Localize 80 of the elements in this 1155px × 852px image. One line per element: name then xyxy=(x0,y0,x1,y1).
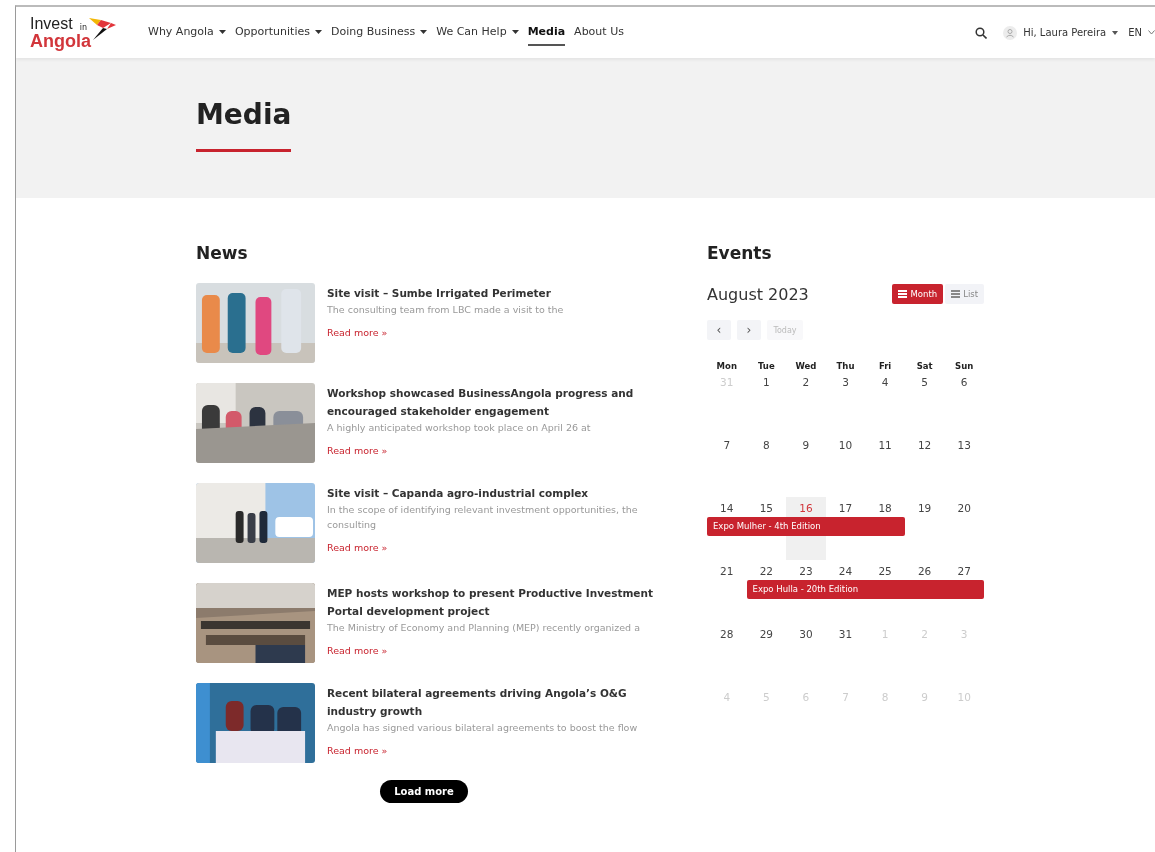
load-more-button[interactable]: Load more xyxy=(380,780,468,803)
news-excerpt: The Ministry of Economy and Planning (MEP) recently organized a xyxy=(327,621,641,635)
day-number[interactable]: 9 xyxy=(786,434,826,454)
day-number[interactable]: 7 xyxy=(707,434,747,454)
user-icon xyxy=(1003,25,1018,40)
news-excerpt: In the scope of identifying relevant investment opportunities, the consulting xyxy=(327,503,639,532)
news-title[interactable]: MEP hosts workshop to present Productive Investment Portal development project xyxy=(327,584,662,620)
page-title: Media xyxy=(196,98,293,131)
read-more-link[interactable]: Read more » xyxy=(327,745,388,756)
nav-link[interactable]: Media xyxy=(527,19,566,46)
news-excerpt: Angola has signed various bilateral agreements to boost the flow xyxy=(327,721,639,735)
previous-button[interactable]: ‹ xyxy=(707,320,731,340)
day-number[interactable]: 31 xyxy=(825,623,866,643)
day-number[interactable]: 19 xyxy=(904,497,945,517)
day-number[interactable]: 14 xyxy=(707,497,747,517)
day-number[interactable]: 22 xyxy=(746,560,787,580)
day-number[interactable]: 23 xyxy=(786,560,826,580)
day-number[interactable]: 12 xyxy=(904,434,945,454)
day-number[interactable]: 11 xyxy=(865,434,905,454)
section-title: News xyxy=(196,243,249,263)
list-icon xyxy=(898,290,908,298)
day-number[interactable]: 27 xyxy=(944,560,984,580)
day-number[interactable]: 8 xyxy=(746,434,787,454)
weekday-label: Fri xyxy=(877,361,893,371)
day-number[interactable]: 21 xyxy=(707,560,747,580)
language-select[interactable]: EN xyxy=(1128,27,1142,38)
read-more-link[interactable]: Read more » xyxy=(327,327,388,338)
caret-icon xyxy=(1112,30,1119,35)
day-number[interactable]: 6 xyxy=(944,371,984,391)
section-title: Events xyxy=(707,243,773,263)
news-title[interactable]: Recent bilateral agreements driving Angola’s O&G industry growth xyxy=(327,684,662,720)
next-button[interactable]: › xyxy=(737,320,761,340)
day-number[interactable]: 29 xyxy=(746,623,787,643)
day-number[interactable]: 25 xyxy=(865,560,905,580)
read-more-link[interactable]: Read more » xyxy=(327,445,388,456)
news-title[interactable]: Site visit – Sumbe Irrigated Perimeter xyxy=(327,284,662,302)
news-excerpt: A highly anticipated workshop took place on April 26 at xyxy=(327,421,592,435)
day-number[interactable]: 26 xyxy=(904,560,945,580)
weekday-label: Thu xyxy=(835,361,856,371)
day-number[interactable]: 2 xyxy=(786,371,826,391)
nav-link[interactable]: We Can Help xyxy=(436,19,519,46)
chevron-icon xyxy=(1148,30,1155,35)
event-bar[interactable]: Expo Mulher - 4th Edition xyxy=(707,517,905,536)
search-icon[interactable] xyxy=(975,26,988,39)
nav-link[interactable]: Doing Business xyxy=(330,19,428,46)
news-excerpt: The consulting team from LBC made a visit to the xyxy=(327,303,565,317)
event-bar[interactable]: Expo Hulla - 20th Edition xyxy=(746,580,984,599)
weekday-label: Mon xyxy=(715,361,738,371)
weekday-label: Wed xyxy=(794,361,818,371)
read-more-link[interactable]: Read more » xyxy=(327,645,388,656)
day-number[interactable]: 1 xyxy=(746,371,787,391)
day-number[interactable]: 4 xyxy=(865,371,905,391)
day-number[interactable]: 5 xyxy=(904,371,945,391)
day-number[interactable]: 16 xyxy=(786,497,826,517)
weekday-label: Tue xyxy=(757,361,776,371)
list-icon xyxy=(951,290,961,298)
logo-text: Invest xyxy=(30,15,74,32)
calendar-month: August 2023 xyxy=(707,284,809,304)
day-number[interactable]: 17 xyxy=(825,497,866,517)
logo-text: Angola xyxy=(30,31,91,50)
day-number[interactable]: 3 xyxy=(825,371,866,391)
read-more-link[interactable]: Read more » xyxy=(327,542,388,553)
day-number[interactable]: 24 xyxy=(825,560,866,580)
user-menu[interactable]: Hi, Laura Pereira xyxy=(1023,27,1107,38)
day-number[interactable]: 15 xyxy=(746,497,787,517)
weekday-label: Sun xyxy=(954,361,975,371)
nav-link[interactable]: Opportunities xyxy=(234,19,322,46)
weekday-label: Sat xyxy=(915,361,934,371)
logo-text: in xyxy=(79,23,88,32)
day-number[interactable]: 28 xyxy=(707,623,747,643)
news-title[interactable]: Workshop showcased BusinessAngola progress and encouraged stakeholder engagement xyxy=(327,384,662,420)
day-number[interactable]: 13 xyxy=(944,434,984,454)
view-button[interactable]: Month xyxy=(892,284,944,304)
day-number[interactable]: 18 xyxy=(865,497,905,517)
nav-link[interactable]: Why Angola xyxy=(148,19,226,46)
news-title[interactable]: Site visit – Capanda agro-industrial complex xyxy=(327,484,662,502)
day-number[interactable]: 10 xyxy=(825,434,866,454)
day-number[interactable]: 20 xyxy=(944,497,984,517)
nav-link[interactable]: About Us xyxy=(574,19,624,46)
day-number[interactable]: 30 xyxy=(786,623,826,643)
